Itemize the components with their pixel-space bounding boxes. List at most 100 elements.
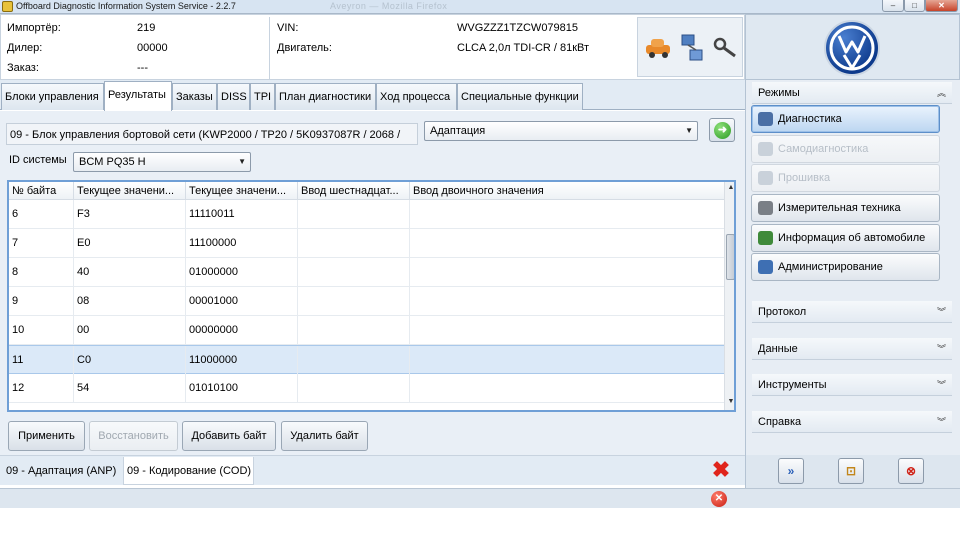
column-current-binary[interactable]: Текущее значени... bbox=[186, 182, 298, 200]
cell-hex-input[interactable] bbox=[298, 316, 410, 344]
tab-coding[interactable]: 09 - Кодирование (COD) bbox=[123, 457, 254, 485]
modes-section-title: Режимы bbox=[758, 87, 800, 99]
table-row[interactable]: 6 F3 11110011 bbox=[9, 200, 724, 229]
minimize-button[interactable]: – bbox=[882, 0, 904, 12]
data-section-header[interactable]: Данные ︾ bbox=[752, 338, 952, 360]
section-title: Инструменты bbox=[758, 379, 827, 391]
vw-logo bbox=[824, 20, 880, 76]
order-label: Заказ: bbox=[7, 62, 39, 74]
coding-table: № байта Текущее значени... Текущее значе… bbox=[7, 180, 736, 412]
table-row[interactable]: 9 08 00001000 bbox=[9, 287, 724, 316]
cell-current-hex: 54 bbox=[74, 374, 186, 402]
add-byte-button[interactable]: Добавить байт bbox=[182, 421, 276, 451]
close-window-button[interactable]: ✕ bbox=[925, 0, 958, 12]
vehicle-info-panel: Импортёр: 219 Дилер: 00000 Заказ: --- VI… bbox=[0, 14, 745, 80]
cell-hex-input[interactable] bbox=[298, 346, 410, 374]
cell-binary-input[interactable] bbox=[410, 258, 724, 286]
tab-orders[interactable]: Заказы bbox=[172, 83, 217, 110]
column-current-hex[interactable]: Текущее значени... bbox=[74, 182, 186, 200]
car-outline-icon bbox=[758, 142, 773, 156]
cell-hex-input[interactable] bbox=[298, 374, 410, 402]
app-icon bbox=[2, 1, 13, 12]
tab-results[interactable]: Результаты bbox=[104, 81, 172, 111]
protocol-section-header[interactable]: Протокол ︾ bbox=[752, 301, 952, 323]
cell-binary-input[interactable] bbox=[410, 200, 724, 228]
chevron-down-icon: ︾ bbox=[936, 344, 946, 354]
tab-special-functions[interactable]: Специальные функции bbox=[457, 83, 583, 110]
system-id-label: ID системы bbox=[9, 154, 67, 166]
table-row[interactable]: 7 E0 11100000 bbox=[9, 229, 724, 258]
table-row[interactable]: 12 54 01010100 bbox=[9, 374, 724, 403]
dealer-value: 00000 bbox=[137, 42, 168, 54]
go-button[interactable]: ➜ bbox=[709, 118, 735, 142]
section-title: Данные bbox=[758, 343, 798, 355]
section-title: Справка bbox=[758, 416, 802, 428]
title-bar: Offboard Diagnostic Information System S… bbox=[0, 0, 960, 14]
modes-section-header[interactable]: Режимы ︽ bbox=[752, 82, 952, 104]
cell-hex-input[interactable] bbox=[298, 258, 410, 286]
cell-binary-input[interactable] bbox=[410, 316, 724, 344]
background-window-title: Aveyron — Mozilla Firefox bbox=[330, 1, 448, 11]
mode-label: Самодиагностика bbox=[778, 143, 869, 155]
cell-byte-number: 7 bbox=[9, 229, 74, 257]
mode-vehicle-info-button[interactable]: Информация об автомобиле bbox=[751, 224, 940, 252]
vin-value: WVGZZZ1TZCW079815 bbox=[457, 22, 579, 34]
tab-tpi[interactable]: TPI bbox=[250, 83, 275, 110]
cell-current-binary: 01010100 bbox=[186, 374, 298, 402]
mode-flashing-button[interactable]: Прошивка bbox=[751, 164, 940, 192]
cell-current-hex: 00 bbox=[74, 316, 186, 344]
chevron-down-icon: ︾ bbox=[936, 417, 946, 427]
exit-icon[interactable]: ⊗ bbox=[898, 458, 924, 484]
dealer-label: Дилер: bbox=[7, 42, 43, 54]
tools-section-header[interactable]: Инструменты ︾ bbox=[752, 374, 952, 396]
cell-binary-input[interactable] bbox=[410, 374, 724, 402]
maximize-button[interactable]: □ bbox=[904, 0, 925, 12]
column-hex-input[interactable]: Ввод шестнадцат... bbox=[298, 182, 410, 200]
scroll-up-icon[interactable]: ▲ bbox=[725, 184, 734, 191]
help-section-header[interactable]: Справка ︾ bbox=[752, 411, 952, 433]
double-arrow-icon[interactable]: » bbox=[778, 458, 804, 484]
cell-hex-input[interactable] bbox=[298, 229, 410, 257]
cell-current-hex: E0 bbox=[74, 229, 186, 257]
scroll-down-icon[interactable]: ▼ bbox=[725, 398, 734, 405]
system-id-select[interactable]: BCM PQ35 H ▼ bbox=[73, 152, 251, 172]
restore-button[interactable]: Восстановить bbox=[89, 421, 178, 451]
status-icons-svg bbox=[646, 34, 736, 61]
window-title: Offboard Diagnostic Information System S… bbox=[16, 1, 236, 11]
table-row[interactable]: 8 40 01000000 bbox=[9, 258, 724, 287]
chevron-down-icon: ︾ bbox=[936, 380, 946, 390]
table-row[interactable]: 10 00 00000000 bbox=[9, 316, 724, 345]
cell-current-binary: 11110011 bbox=[186, 200, 298, 228]
tab-process[interactable]: Ход процесса bbox=[376, 83, 457, 110]
chevron-down-icon: ▼ bbox=[685, 126, 693, 135]
cell-binary-input[interactable] bbox=[410, 346, 724, 374]
mode-measurement-button[interactable]: Измерительная техника bbox=[751, 194, 940, 222]
tab-control-units[interactable]: Блоки управления bbox=[1, 83, 104, 110]
cell-hex-input[interactable] bbox=[298, 287, 410, 315]
section-title: Протокол bbox=[758, 306, 807, 318]
engine-label: Двигатель: bbox=[277, 42, 332, 54]
tab-diss[interactable]: DISS bbox=[217, 83, 250, 110]
frame-icon[interactable]: ⊡ bbox=[838, 458, 864, 484]
tab-diagnostic-plan[interactable]: План диагностики bbox=[275, 83, 376, 110]
mode-administration-button[interactable]: Администрирование bbox=[751, 253, 940, 281]
function-select[interactable]: Адаптация ▼ bbox=[424, 121, 698, 141]
delete-byte-button[interactable]: Удалить байт bbox=[281, 421, 368, 451]
error-icon[interactable]: ✕ bbox=[711, 491, 727, 507]
column-byte-number[interactable]: № байта bbox=[9, 182, 74, 200]
apply-button[interactable]: Применить bbox=[8, 421, 85, 451]
admin-gear-icon bbox=[758, 260, 773, 274]
cell-hex-input[interactable] bbox=[298, 200, 410, 228]
cell-binary-input[interactable] bbox=[410, 287, 724, 315]
scroll-thumb[interactable] bbox=[726, 234, 734, 280]
cell-current-binary: 11100000 bbox=[186, 229, 298, 257]
tab-adaptation[interactable]: 09 - Адаптация (ANP) bbox=[3, 457, 123, 485]
mode-self-diagnostics-button[interactable]: Самодиагностика bbox=[751, 135, 940, 163]
table-row[interactable]: 11 C0 11000000 bbox=[9, 345, 724, 374]
mode-diagnostics-button[interactable]: Диагностика bbox=[751, 105, 940, 133]
red-x-icon[interactable]: ✖ bbox=[710, 459, 732, 481]
table-scrollbar[interactable]: ▲ ▼ bbox=[724, 182, 734, 410]
cell-current-binary: 00000000 bbox=[186, 316, 298, 344]
column-binary-input[interactable]: Ввод двоичного значения bbox=[410, 182, 724, 200]
cell-binary-input[interactable] bbox=[410, 229, 724, 257]
